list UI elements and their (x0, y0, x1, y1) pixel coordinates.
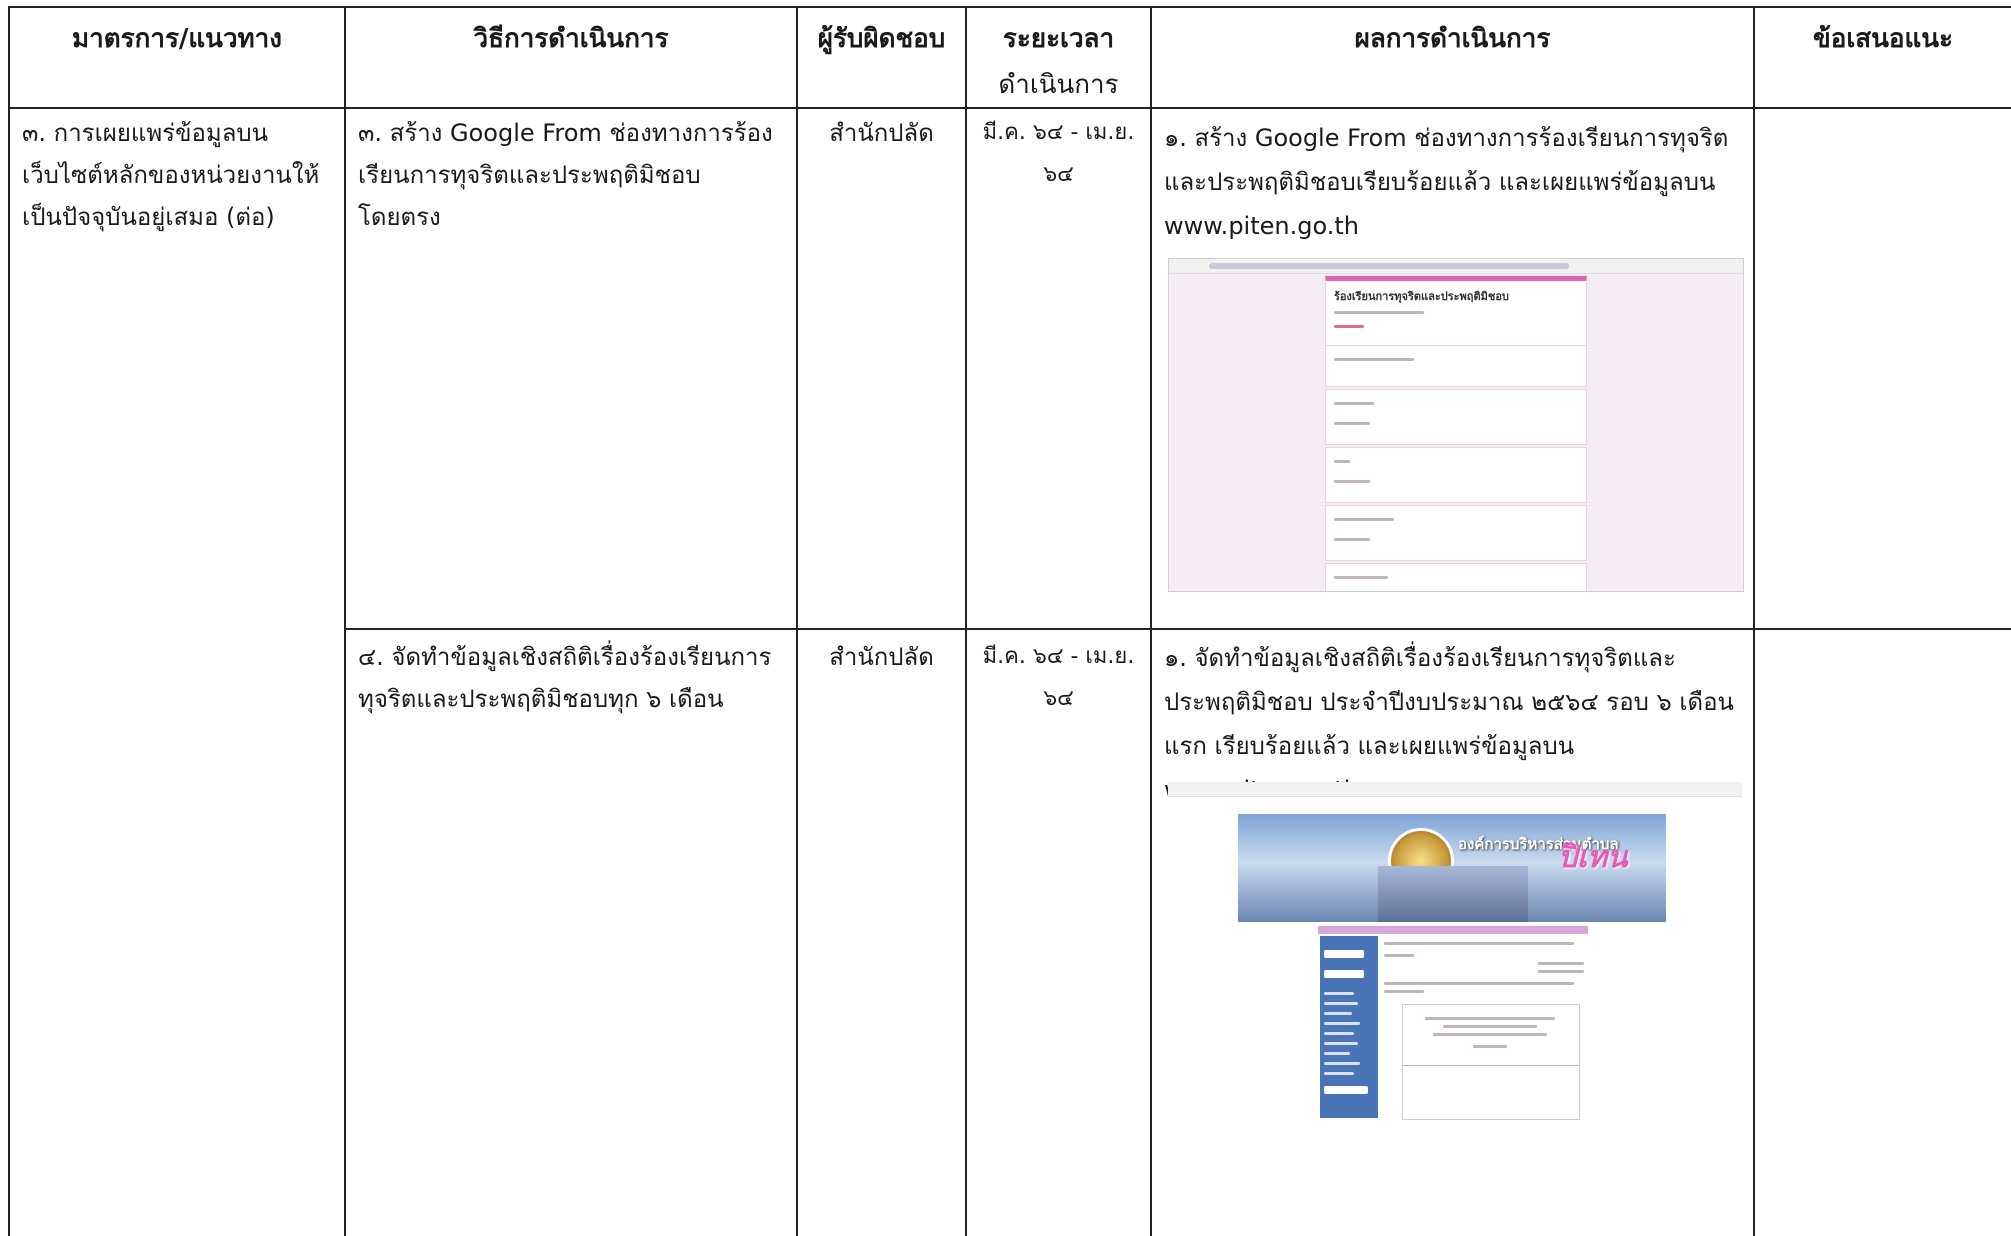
header-period-line1: ระยะเวลา (1002, 24, 1115, 54)
table-top-border (8, 6, 2011, 8)
website-screenshot: องค์การบริหารส่วนตำบล ปิเทน (1168, 782, 1742, 1120)
col-divider-1 (344, 6, 346, 1236)
row2-responsible: สำนักปลัด (829, 643, 934, 671)
header-period-line2: ดำเนินการ (998, 70, 1119, 100)
header-result: ผลการดำเนินการ (1354, 24, 1551, 54)
table-left-border (8, 6, 10, 1236)
row1-method: ๓. สร้าง Google From ช่องทางการร้องเรียน… (358, 119, 773, 231)
browser-bar (1169, 259, 1743, 274)
form-question-3 (1325, 447, 1587, 503)
row2-method: ๔. จัดทำข้อมูลเชิงสถิติเรื่องร้องเรียนกา… (358, 643, 772, 713)
form-question-2 (1325, 389, 1587, 445)
form-title: ร้องเรียนการทุจริตและประพฤติมิชอบ (1334, 290, 1509, 303)
header-responsible: ผู้รับผิดชอบ (817, 24, 946, 54)
document-page: มาตรการ/แนวทาง วิธีการดำเนินการ ผู้รับผิ… (0, 0, 2011, 1236)
marquee-stripe (1318, 926, 1588, 934)
header-suggestion: ข้อเสนอแนะ (1812, 24, 1954, 54)
form-header-card: ร้องเรียนการทุจริตและประพฤติมิชอบ (1325, 276, 1587, 346)
header-method: วิธีการดำเนินการ (473, 24, 669, 54)
website-sidebar (1320, 936, 1378, 1118)
col-divider-4 (1150, 6, 1152, 1236)
browser-bar (1168, 782, 1742, 797)
banner-name: ปิเทน (1558, 840, 1628, 875)
row1-measure: ๓. การเผยแพร่ข้อมูลบนเว็บไซต์หลักของหน่ว… (22, 119, 320, 231)
row-divider (344, 628, 2011, 630)
form-question-5 (1325, 563, 1587, 591)
statistics-document-preview (1402, 1004, 1580, 1120)
row2-period: มี.ค. ๖๔ - เม.ย. ๖๔ (982, 644, 1135, 711)
col-divider-2 (796, 6, 798, 1236)
building-image (1378, 866, 1528, 922)
row1-responsible: สำนักปลัด (829, 119, 934, 147)
google-form-screenshot: ร้องเรียนการทุจริตและประพฤติมิชอบ (1168, 258, 1744, 592)
form-question-1 (1325, 345, 1587, 387)
form-question-4 (1325, 505, 1587, 561)
row1-result: ๑. สร้าง Google From ช่องทางการร้องเรียน… (1164, 124, 1729, 240)
row1-period: มี.ค. ๖๔ - เม.ย. ๖๔ (982, 120, 1135, 187)
col-divider-5 (1753, 6, 1755, 1236)
header-measure: มาตรการ/แนวทาง (72, 24, 282, 54)
website-banner: องค์การบริหารส่วนตำบล ปิเทน (1238, 814, 1666, 922)
